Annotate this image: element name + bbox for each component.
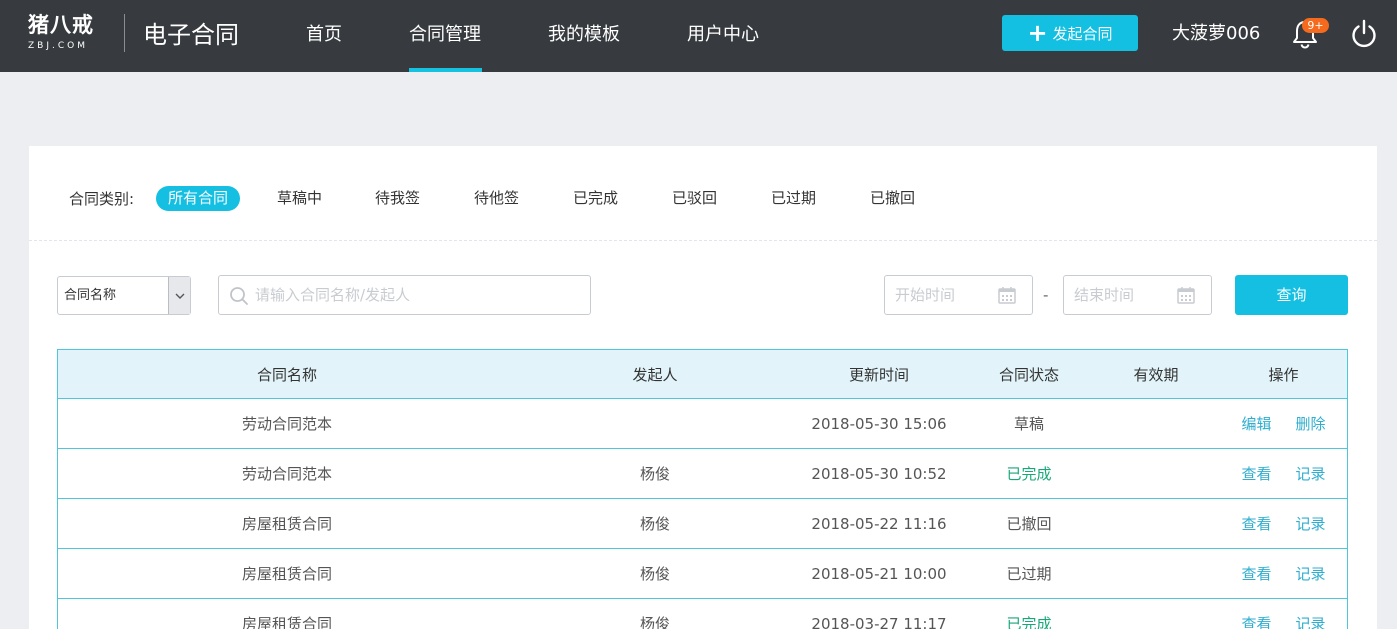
start-contract-button[interactable]: + 发起合同 — [1002, 15, 1138, 51]
contract-list-card: 合同类别: 所有合同 草稿中 待我签 待他签 已完成 已驳回 已过期 已撤回 合… — [29, 146, 1377, 629]
contract-updated-time: 2018-05-30 15:06 — [811, 414, 947, 433]
delete-link[interactable]: 删除 — [1296, 413, 1326, 434]
top-navbar: 猪八戒 ZBJ.COM 电子合同 首页 合同管理 我的模板 用户中心 + 发起合… — [0, 0, 1397, 72]
contract-creator: 杨俊 — [639, 615, 670, 629]
power-icon[interactable] — [1350, 19, 1378, 49]
category-draft[interactable]: 草稿中 — [277, 186, 322, 211]
contract-status: 已完成 — [1006, 465, 1052, 483]
username[interactable]: 大菠萝006 — [1172, 21, 1260, 47]
contract-updated-time: 2018-03-27 11:17 — [811, 614, 947, 629]
search-field-select[interactable]: 合同名称 — [57, 276, 191, 315]
table-row: 房屋租赁合同 杨俊 2018-03-27 11:17 已完成 查看 记录 — [58, 599, 1347, 629]
column-header-actions: 操作 — [1268, 365, 1299, 384]
contract-validity — [1094, 499, 1218, 548]
start-date-input[interactable] — [895, 283, 995, 307]
row-actions: 查看 记录 — [1218, 499, 1349, 548]
view-link[interactable]: 查看 — [1241, 463, 1271, 484]
category-expired[interactable]: 已过期 — [771, 186, 816, 211]
table-row: 房屋租赁合同 杨俊 2018-05-21 10:00 已过期 查看 记录 — [58, 549, 1347, 599]
column-header-validity: 有效期 — [1133, 365, 1179, 384]
row-actions: 查看 记录 — [1218, 549, 1349, 598]
contract-name: 房屋租赁合同 — [241, 615, 332, 629]
contract-creator — [516, 399, 794, 448]
search-field-selected: 合同名称 — [64, 288, 117, 303]
record-link[interactable]: 记录 — [1296, 613, 1326, 629]
category-awaiting-me[interactable]: 待我签 — [375, 186, 420, 211]
contract-table: 合同名称 发起人 更新时间 合同状态 有效期 操作 劳动合同范本 2018-05… — [57, 349, 1348, 629]
category-label: 合同类别: — [69, 190, 135, 208]
contract-validity — [1094, 449, 1218, 498]
column-header-name: 合同名称 — [256, 365, 317, 384]
notification-badge: 9+ — [1302, 18, 1329, 33]
contract-validity — [1094, 599, 1218, 629]
table-header: 合同名称 发起人 更新时间 合同状态 有效期 操作 — [58, 350, 1347, 399]
contract-status: 草稿 — [1013, 415, 1044, 433]
contract-creator: 杨俊 — [639, 515, 670, 533]
contract-updated-time: 2018-05-22 11:16 — [811, 514, 947, 533]
calendar-icon[interactable] — [1177, 286, 1195, 304]
category-awaiting-others[interactable]: 待他签 — [474, 186, 519, 211]
chevron-down-icon[interactable] — [168, 277, 190, 314]
app-title: 电子合同 — [143, 21, 239, 49]
record-link[interactable]: 记录 — [1296, 463, 1326, 484]
logo-text: 猪八戒 — [28, 13, 94, 37]
row-actions: 查看 记录 — [1218, 599, 1349, 629]
nav-my-templates[interactable]: 我的模板 — [548, 22, 620, 48]
contract-name: 劳动合同范本 — [241, 465, 332, 483]
search-input[interactable] — [255, 282, 575, 308]
contract-validity — [1094, 549, 1218, 598]
contract-status: 已完成 — [1006, 615, 1052, 629]
plus-icon: + — [1027, 19, 1048, 47]
zbj-logo[interactable]: 猪八戒 ZBJ.COM — [28, 12, 106, 56]
table-row: 劳动合同范本 2018-05-30 15:06 草稿 编辑 删除 — [58, 399, 1347, 449]
contract-name: 房屋租赁合同 — [241, 565, 332, 583]
category-completed[interactable]: 已完成 — [573, 186, 618, 211]
search-box — [218, 275, 591, 315]
contract-creator: 杨俊 — [639, 465, 670, 483]
contract-validity — [1094, 399, 1218, 448]
contract-status: 已撤回 — [1006, 515, 1052, 533]
view-link[interactable]: 查看 — [1241, 563, 1271, 584]
category-all[interactable]: 所有合同 — [156, 186, 241, 211]
row-actions: 查看 记录 — [1218, 449, 1349, 498]
start-date-box — [884, 275, 1033, 315]
contract-status: 已过期 — [1006, 565, 1052, 583]
logo-divider — [124, 14, 125, 52]
date-range-separator: - — [1043, 286, 1049, 304]
end-date-input[interactable] — [1074, 283, 1174, 307]
query-button[interactable]: 查询 — [1235, 275, 1348, 315]
row-actions: 编辑 删除 — [1218, 399, 1349, 448]
record-link[interactable]: 记录 — [1296, 563, 1326, 584]
table-row: 劳动合同范本 杨俊 2018-05-30 10:52 已完成 查看 记录 — [58, 449, 1347, 499]
record-link[interactable]: 记录 — [1296, 513, 1326, 534]
contract-updated-time: 2018-05-30 10:52 — [811, 464, 947, 483]
category-rejected[interactable]: 已驳回 — [672, 186, 717, 211]
category-withdrawn[interactable]: 已撤回 — [870, 186, 915, 211]
view-link[interactable]: 查看 — [1241, 513, 1271, 534]
search-icon — [230, 287, 248, 305]
contract-name: 房屋租赁合同 — [241, 515, 332, 533]
column-header-status: 合同状态 — [998, 365, 1059, 384]
start-contract-label: 发起合同 — [1052, 24, 1113, 43]
calendar-icon[interactable] — [998, 286, 1016, 304]
nav-home[interactable]: 首页 — [306, 22, 342, 48]
logo-subtext: ZBJ.COM — [28, 41, 88, 51]
table-row: 房屋租赁合同 杨俊 2018-05-22 11:16 已撤回 查看 记录 — [58, 499, 1347, 549]
column-header-updated: 更新时间 — [848, 365, 909, 384]
filter-divider — [29, 240, 1377, 241]
nav-contract-management[interactable]: 合同管理 — [409, 22, 481, 48]
view-link[interactable]: 查看 — [1241, 613, 1271, 629]
contract-name: 劳动合同范本 — [241, 415, 332, 433]
nav-user-center[interactable]: 用户中心 — [687, 22, 759, 48]
column-header-creator: 发起人 — [632, 365, 678, 384]
nav-active-indicator — [409, 68, 482, 72]
edit-link[interactable]: 编辑 — [1241, 413, 1271, 434]
end-date-box — [1063, 275, 1212, 315]
contract-creator: 杨俊 — [639, 565, 670, 583]
contract-updated-time: 2018-05-21 10:00 — [811, 564, 947, 583]
